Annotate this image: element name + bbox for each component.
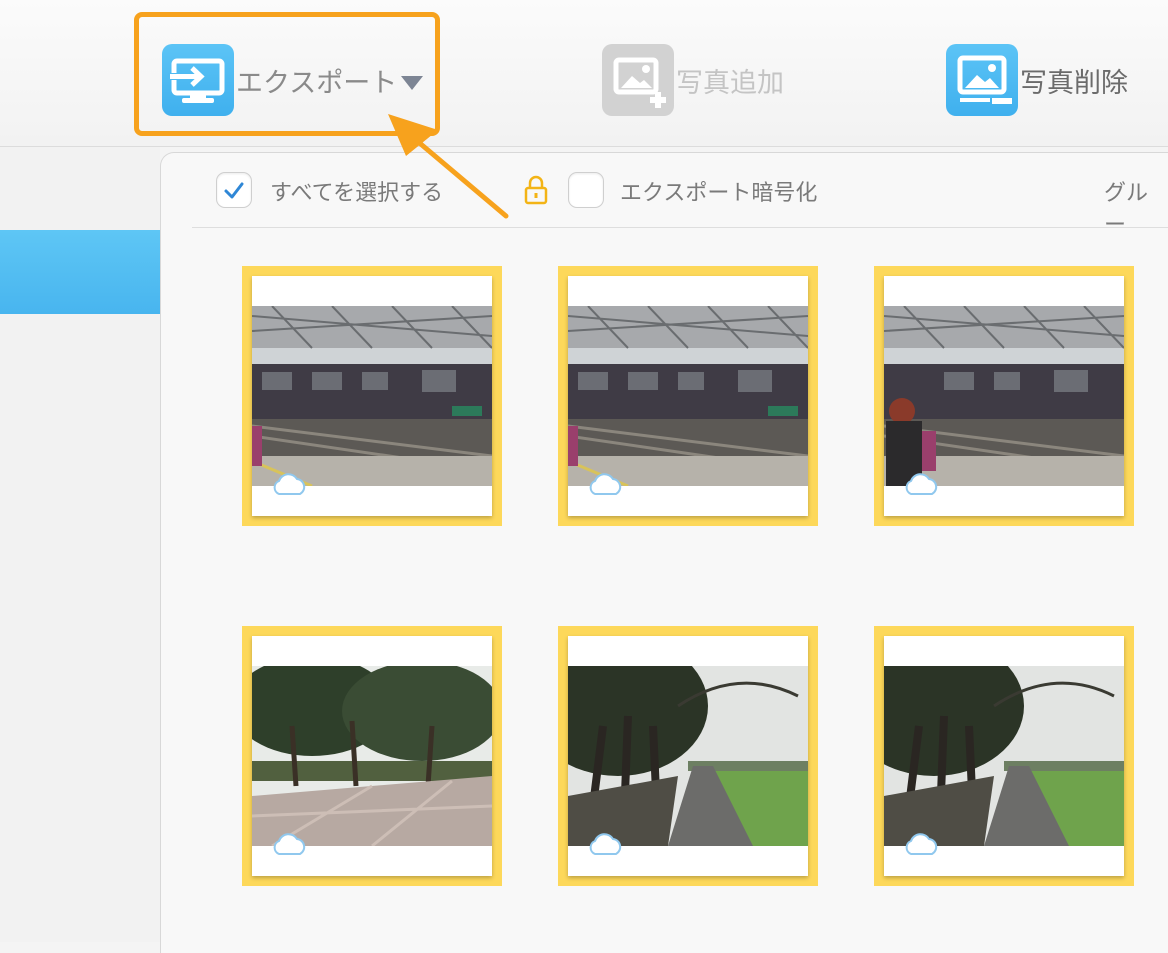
add-photo-icon (602, 44, 674, 116)
photo-image (884, 666, 1124, 846)
cloud-icon (273, 473, 306, 495)
encrypt-export-checkbox[interactable] (568, 172, 604, 208)
photo-thumbnail[interactable] (558, 266, 818, 526)
add-photo-label: 写真追加 (676, 67, 784, 99)
cloud-icon (589, 833, 622, 855)
delete-photo-button[interactable]: 写真削除 (946, 44, 1128, 116)
delete-photo-icon (946, 44, 1018, 116)
sidebar-item-selected[interactable] (0, 230, 160, 314)
photo-image (252, 666, 492, 846)
photo-image (252, 306, 492, 486)
cloud-icon (273, 833, 306, 855)
photo-thumbnail[interactable] (874, 626, 1134, 886)
photo-image (568, 306, 808, 486)
lock-icon (524, 175, 548, 205)
cloud-icon (905, 833, 938, 855)
add-photo-button[interactable]: 写真追加 (602, 44, 784, 116)
photo-thumbnail[interactable] (242, 266, 502, 526)
annotation-arrow (388, 114, 509, 219)
encrypt-export-label: エクスポート暗号化 (620, 181, 818, 206)
photo-image (568, 666, 808, 846)
select-all-checkbox[interactable] (216, 172, 252, 208)
cloud-icon (589, 473, 622, 495)
delete-photo-label: 写真削除 (1020, 67, 1128, 99)
cloud-icon (905, 473, 938, 495)
photo-thumbnail[interactable] (874, 266, 1134, 526)
options-bar: すべてを選択する エクスポート暗号化 グルー (192, 160, 1168, 238)
group-label[interactable]: グルー (1104, 175, 1168, 239)
checkmark-icon (224, 182, 244, 199)
photo-thumbnail[interactable] (242, 626, 502, 886)
photo-thumbnail[interactable] (558, 626, 818, 886)
photo-image (884, 306, 1124, 486)
